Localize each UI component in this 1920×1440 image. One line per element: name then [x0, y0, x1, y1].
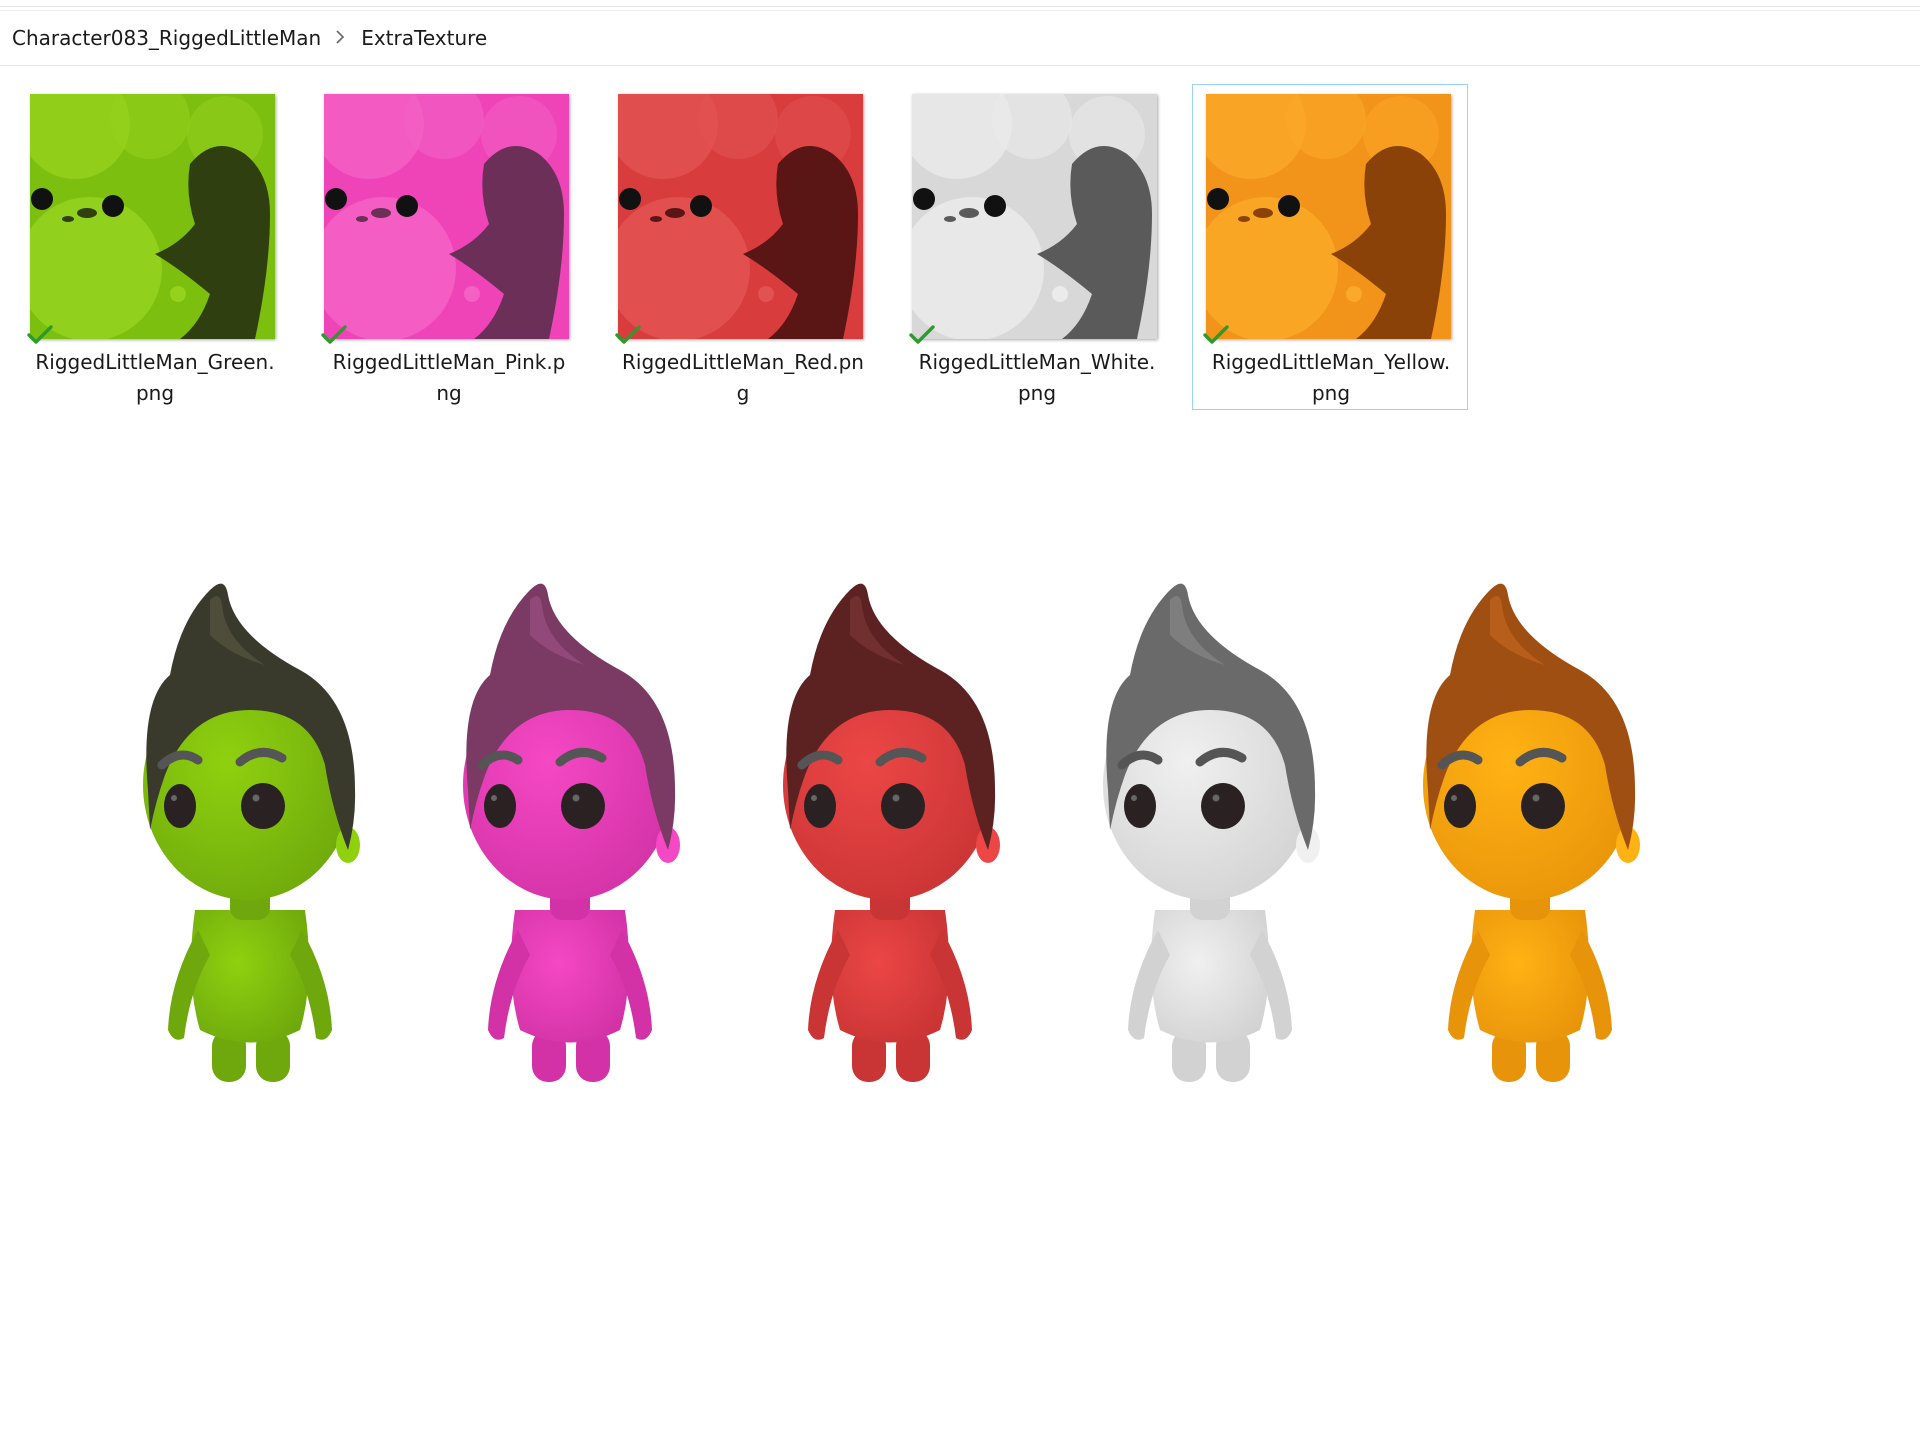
character-render — [740, 560, 1040, 1100]
file-item[interactable]: RiggedLittleMan_White.png — [898, 84, 1174, 410]
file-name[interactable]: RiggedLittleMan_Red.png — [605, 347, 881, 409]
file-item[interactable]: RiggedLittleMan_Red.png — [604, 84, 880, 410]
file-name[interactable]: RiggedLittleMan_Yellow.png — [1193, 347, 1469, 409]
file-name[interactable]: RiggedLittleMan_Green.png — [17, 347, 293, 409]
file-thumbnail — [324, 94, 569, 339]
check-icon — [26, 323, 54, 345]
character-render — [420, 560, 720, 1100]
character-render — [100, 560, 400, 1100]
character-render — [1060, 560, 1360, 1100]
character-render — [1380, 560, 1680, 1100]
file-item[interactable]: RiggedLittleMan_Green.png — [16, 84, 292, 410]
chevron-right-icon[interactable] — [335, 28, 345, 49]
check-icon — [614, 323, 642, 345]
check-icon — [908, 323, 936, 345]
window-top-border — [0, 6, 1920, 7]
breadcrumb-item-character083[interactable]: Character083_RiggedLittleMan — [12, 26, 321, 50]
file-name[interactable]: RiggedLittleMan_Pink.png — [311, 347, 587, 409]
file-thumbnail — [912, 94, 1157, 339]
check-icon — [1202, 323, 1230, 345]
file-name[interactable]: RiggedLittleMan_White.png — [899, 347, 1175, 409]
check-icon — [320, 323, 348, 345]
breadcrumb: Character083_RiggedLittleMan ExtraTextur… — [0, 11, 1920, 66]
file-item[interactable]: RiggedLittleMan_Pink.png — [310, 84, 586, 410]
breadcrumb-item-extratexture[interactable]: ExtraTexture — [361, 26, 487, 50]
file-item[interactable]: RiggedLittleMan_Yellow.png — [1192, 84, 1468, 410]
file-thumbnail — [1206, 94, 1451, 339]
file-thumbnail — [618, 94, 863, 339]
file-thumbnail — [30, 94, 275, 339]
